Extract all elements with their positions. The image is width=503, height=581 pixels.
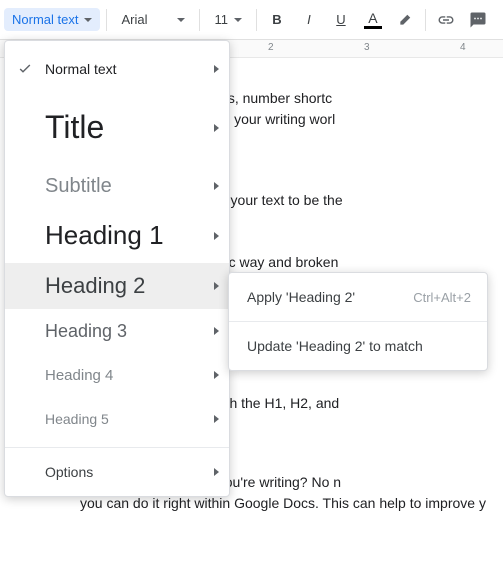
chevron-right-icon (214, 65, 219, 73)
style-item-heading-5[interactable]: Heading 5 (5, 397, 229, 441)
style-item-heading-2[interactable]: Heading 2 (5, 263, 229, 309)
text-color-swatch (364, 26, 382, 29)
chevron-right-icon (214, 282, 219, 290)
menu-separator (229, 321, 487, 322)
font-size-value: 11 (214, 12, 228, 27)
style-label: Normal text (45, 61, 117, 77)
paragraph-style-dropdown[interactable]: Normal text (4, 8, 100, 31)
style-item-subtitle[interactable]: Subtitle (5, 164, 229, 208)
highlight-color-button[interactable] (391, 6, 419, 34)
heading-2-submenu: Apply 'Heading 2' Ctrl+Alt+2 Update 'Hea… (228, 272, 488, 371)
italic-button[interactable]: I (295, 6, 323, 34)
style-item-heading-3[interactable]: Heading 3 (5, 309, 229, 353)
toolbar-separator (425, 9, 426, 31)
chevron-down-icon (234, 18, 242, 22)
style-label: Options (45, 464, 93, 480)
chevron-right-icon (214, 415, 219, 423)
chevron-right-icon (214, 371, 219, 379)
chevron-right-icon (214, 124, 219, 132)
style-item-heading-1[interactable]: Heading 1 (5, 208, 229, 263)
chevron-down-icon (177, 18, 185, 22)
link-icon (437, 11, 455, 29)
style-item-heading-4[interactable]: Heading 4 (5, 353, 229, 397)
ruler-mark: 2 (268, 42, 274, 53)
ruler-mark: 3 (364, 42, 370, 53)
chevron-right-icon (214, 232, 219, 240)
insert-link-button[interactable] (432, 6, 460, 34)
style-label: Subtitle (45, 167, 112, 206)
style-label: Heading 5 (45, 407, 109, 431)
style-item-normal[interactable]: Normal text (5, 47, 229, 91)
chevron-right-icon (214, 182, 219, 190)
style-label: Heading 3 (45, 313, 127, 350)
style-label: Title (45, 91, 104, 164)
toolbar-separator (106, 9, 107, 31)
font-family-dropdown[interactable]: Arial (113, 8, 193, 31)
chevron-down-icon (84, 18, 92, 22)
toolbar: Normal text Arial 11 B I U A (0, 0, 503, 40)
comment-icon (469, 11, 487, 29)
submenu-label: Apply 'Heading 2' (247, 289, 355, 305)
font-family-label: Arial (121, 12, 147, 27)
keyboard-shortcut: Ctrl+Alt+2 (413, 290, 471, 305)
text-color-button[interactable]: A (359, 6, 387, 34)
paragraph-styles-menu: Normal text Title Subtitle Heading 1 Hea… (4, 40, 230, 497)
style-item-options[interactable]: Options (5, 454, 229, 490)
style-label: Heading 4 (45, 361, 113, 390)
chevron-right-icon (214, 327, 219, 335)
check-icon (17, 60, 33, 79)
submenu-label: Update 'Heading 2' to match (247, 338, 423, 354)
underline-button[interactable]: U (327, 6, 355, 34)
bold-button[interactable]: B (263, 6, 291, 34)
chevron-right-icon (214, 468, 219, 476)
paragraph-style-label: Normal text (12, 12, 78, 27)
ruler-mark: 4 (460, 42, 466, 53)
update-heading-2[interactable]: Update 'Heading 2' to match (229, 328, 487, 364)
style-item-title[interactable]: Title (5, 91, 229, 164)
style-label: Heading 1 (45, 208, 164, 263)
style-label: Heading 2 (45, 263, 145, 309)
font-size-dropdown[interactable]: 11 (206, 8, 250, 31)
toolbar-separator (256, 9, 257, 31)
highlighter-icon (397, 13, 413, 27)
apply-heading-2[interactable]: Apply 'Heading 2' Ctrl+Alt+2 (229, 279, 487, 315)
insert-comment-button[interactable] (464, 6, 492, 34)
menu-separator (5, 447, 229, 448)
toolbar-separator (199, 9, 200, 31)
